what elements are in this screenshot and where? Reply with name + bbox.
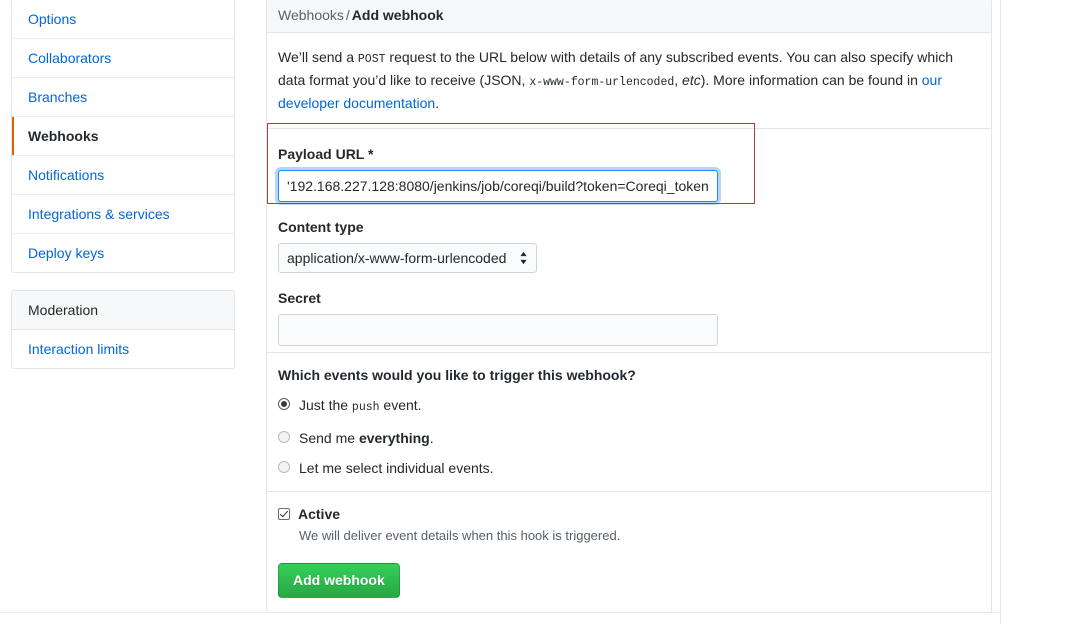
sidebar-moderation-title: Moderation <box>28 302 99 318</box>
payload-url-label: Payload URL * <box>278 146 374 162</box>
sidebar-item-branches[interactable]: Branches <box>12 77 234 116</box>
event-option-suffix: event. <box>379 397 422 413</box>
sidebar-item-label: Deploy keys <box>28 245 105 261</box>
sidebar-item-collaborators[interactable]: Collaborators <box>12 38 234 77</box>
sidebar-item-notifications[interactable]: Notifications <box>12 155 234 194</box>
intro-part-4: ). More information can be found in <box>700 72 922 88</box>
intro-part-1: We’ll send a <box>278 49 358 65</box>
active-label: Active <box>298 506 341 522</box>
event-option-bold: everything <box>358 430 430 446</box>
radio-icon-send-everything[interactable] <box>278 431 290 443</box>
breadcrumb-current: Add webhook <box>351 7 444 23</box>
event-option-prefix: Send me <box>299 430 359 446</box>
secret-label: Secret <box>278 290 321 306</box>
breadcrumb-parent-link[interactable]: Webhooks <box>278 7 344 23</box>
sidebar-item-label: Integrations & services <box>28 206 170 222</box>
event-option-label: Send me everything. <box>299 429 434 447</box>
event-option-label: Just the push event. <box>299 396 422 417</box>
content-type-select[interactable]: application/x-www-form-urlencoded <box>278 243 538 273</box>
breadcrumb-separator: / <box>345 7 350 23</box>
event-option-send-everything[interactable]: Send me everything. <box>278 429 980 447</box>
active-help-text: We will deliver event details when this … <box>299 528 621 543</box>
event-option-just-push[interactable]: Just the push event. <box>278 396 980 417</box>
radio-icon-just-push[interactable] <box>278 398 290 410</box>
active-checkbox-row[interactable]: Active <box>278 505 980 524</box>
breadcrumb: Webhooks / Add webhook <box>267 0 991 33</box>
event-option-code: push <box>351 401 380 414</box>
content-type-label: Content type <box>278 219 364 235</box>
sidebar-moderation-menu: Moderation Interaction limits <box>11 290 235 369</box>
sidebar-item-integrations-and-services[interactable]: Integrations & services <box>12 194 234 233</box>
intro-part-5: . <box>435 95 440 111</box>
event-option-prefix: Let me select individual events. <box>299 460 494 476</box>
sidebar-moderation-header: Moderation <box>12 291 234 330</box>
webhook-intro-text: We’ll send a POST request to the URL bel… <box>267 33 991 129</box>
radio-icon-select-individual[interactable] <box>278 461 290 473</box>
event-option-label: Let me select individual events. <box>299 459 494 477</box>
sidebar-item-label: Options <box>28 11 77 27</box>
intro-italic-etc: etc <box>682 72 701 88</box>
webhook-form-fields: Payload URL * Content type application/x… <box>267 129 991 353</box>
sidebar-item-label: Notifications <box>28 167 105 183</box>
intro-code-post: POST <box>357 53 386 66</box>
sidebar-item-label: Webhooks <box>28 128 99 144</box>
intro-code-form-urlencoded: x-www-form-urlencoded <box>529 76 675 89</box>
settings-sidebar: Options Collaborators Branches Webhooks … <box>11 0 235 369</box>
checkbox-icon-active[interactable] <box>278 508 290 520</box>
events-section: Which events would you like to trigger t… <box>267 353 991 492</box>
secret-input[interactable] <box>278 314 718 346</box>
add-webhook-button[interactable]: Add webhook <box>278 563 400 598</box>
event-option-suffix: . <box>429 430 434 446</box>
settings-page: Options Collaborators Branches Webhooks … <box>0 0 1085 624</box>
active-section: Active We will deliver event details whe… <box>267 492 991 612</box>
sidebar-item-options[interactable]: Options <box>12 0 234 38</box>
sidebar-item-webhooks[interactable]: Webhooks <box>12 116 234 155</box>
event-option-select-individual[interactable]: Let me select individual events. <box>278 459 980 477</box>
sidebar-item-label: Branches <box>28 89 88 105</box>
content-type-select-wrapper: application/x-www-form-urlencoded <box>278 243 538 273</box>
content-type-selected-value: application/x-www-form-urlencoded <box>287 250 507 266</box>
sidebar-item-deploy-keys[interactable]: Deploy keys <box>12 233 234 272</box>
sidebar-item-label: Collaborators <box>28 50 112 66</box>
event-option-prefix: Just the <box>299 397 352 413</box>
viewport-right-divider <box>1000 0 1001 624</box>
sidebar-item-label: Interaction limits <box>28 341 130 357</box>
payload-url-input[interactable] <box>278 170 718 202</box>
sidebar-primary-menu: Options Collaborators Branches Webhooks … <box>11 0 235 273</box>
intro-part-3: , <box>674 72 683 88</box>
sidebar-item-interaction-limits[interactable]: Interaction limits <box>12 330 234 368</box>
events-section-title: Which events would you like to trigger t… <box>278 367 636 383</box>
add-webhook-panel: Webhooks / Add webhook We’ll send a POST r… <box>266 0 992 613</box>
